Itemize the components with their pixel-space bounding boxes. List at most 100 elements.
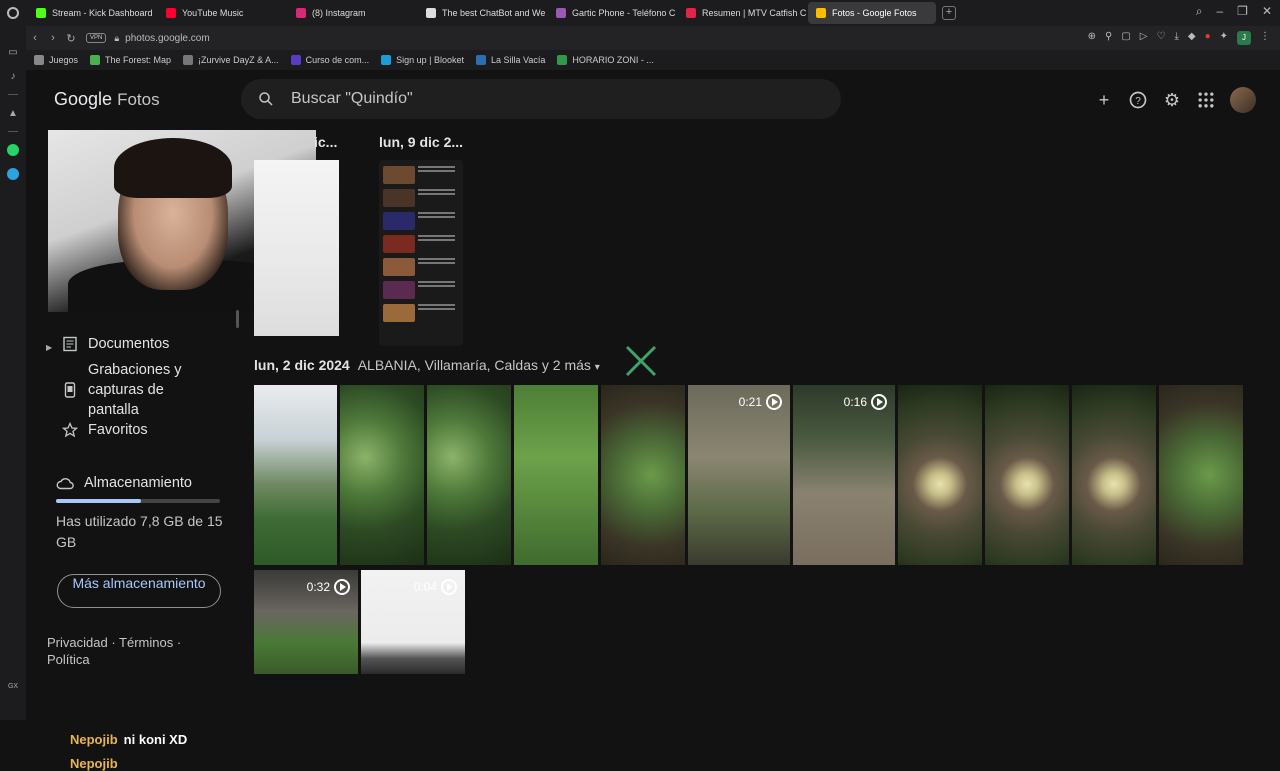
photo-thumbnail[interactable] [379, 160, 463, 346]
play-icon [766, 394, 782, 410]
vpn-badge[interactable]: VPN [86, 33, 107, 43]
bookmark-item[interactable]: Sign up | Blooket [381, 55, 464, 65]
heart-icon[interactable]: ♡ [1156, 31, 1165, 45]
pin-icon[interactable]: ⚲ [1105, 31, 1112, 45]
photo-thumbnail[interactable] [340, 385, 424, 565]
minimize-button[interactable]: – [1216, 4, 1223, 19]
settings-icon[interactable]: ⚙ [1162, 90, 1182, 110]
record-icon[interactable]: ● [1205, 31, 1211, 45]
photo-thumbnail[interactable] [514, 385, 598, 565]
video-thumbnail[interactable]: 0:16 [793, 385, 895, 565]
back-button[interactable]: ‹ [26, 32, 44, 44]
search-icon[interactable] [257, 90, 275, 108]
google-photos-page: Google Fotos Buscar "Quindío" + ? ⚙ ▶ Do [26, 70, 1280, 771]
browser-tab[interactable]: Resumen | MTV Catfish C [678, 2, 806, 24]
bookmark-item[interactable]: Juegos [34, 55, 78, 65]
new-tab-button[interactable]: + [942, 6, 956, 20]
sidebar-item-documentos[interactable]: ▶ Documentos [46, 334, 241, 358]
photo-thumbnail[interactable] [601, 385, 685, 565]
bookmark-item[interactable]: ¡Zurvive DayZ & A... [183, 55, 279, 65]
url-field[interactable]: photos.google.com [125, 33, 210, 44]
puzzle-icon[interactable]: ✦ [1220, 31, 1228, 45]
bookmark-label: La Silla Vacía [491, 55, 546, 65]
apps-grid-icon[interactable] [1196, 90, 1216, 110]
photo-timeline: ic... lun, 9 dic 2... lun, 2 dic 2024 ALB… [254, 128, 1264, 720]
whatsapp-icon[interactable] [7, 144, 19, 156]
privacy-link[interactable]: Privacidad [47, 635, 108, 650]
sidebar-item-favoritos[interactable]: Favoritos [46, 420, 241, 440]
chat-message: ni koni XD [123, 732, 188, 747]
zoom-icon[interactable]: ⊕ [1088, 31, 1096, 45]
reload-button[interactable]: ↻ [62, 32, 80, 45]
aria-icon[interactable]: ▲ [7, 107, 19, 119]
bookmark-item[interactable]: Curso de com... [290, 55, 370, 65]
lock-icon[interactable]: 🔒︎ [114, 33, 119, 44]
extension-icon[interactable]: ◆ [1188, 31, 1196, 45]
photo-thumbnail[interactable] [254, 160, 339, 336]
restore-button[interactable]: ❐ [1237, 4, 1248, 19]
profile-avatar[interactable]: J [1237, 31, 1251, 45]
browser-tab[interactable]: Fotos - Google Fotos [808, 2, 936, 24]
bookmark-item[interactable]: La Silla Vacía [476, 55, 545, 65]
tab-favicon-icon [556, 8, 566, 18]
bookmark-label: Juegos [49, 55, 79, 65]
search-tabs-icon[interactable]: ⌕ [1196, 4, 1203, 19]
send-icon[interactable]: ▷ [1140, 31, 1148, 45]
rail-divider [8, 94, 18, 95]
video-thumbnail[interactable]: 0:21 [688, 385, 790, 565]
terms-link[interactable]: Términos [119, 635, 173, 650]
tab-favicon-icon [686, 8, 696, 18]
bookmark-item[interactable]: The Forest: Map [90, 55, 171, 65]
browser-tab[interactable]: Gartic Phone - Teléfono C [548, 2, 676, 24]
photos-sidebar: ▶ Documentos Grabaciones y capturas de p… [26, 128, 316, 771]
download-icon[interactable]: ⤓ [1174, 31, 1178, 45]
photo-thumbnail[interactable] [254, 385, 337, 565]
play-icon [871, 394, 887, 410]
opera-logo-icon[interactable] [0, 0, 26, 26]
address-bar-actions: ⊕ ⚲ ▢ ▷ ♡ ⤓ ◆ ● ✦ J ⋮ [1088, 31, 1270, 45]
sidebar-item-grabaciones[interactable]: Grabaciones y capturas de pantalla [46, 360, 241, 420]
location-dropdown-icon[interactable]: ▾ [595, 362, 600, 373]
section-location[interactable]: ALBANIA, Villamaría, Caldas y 2 más [358, 357, 591, 373]
bookmark-favicon-icon [90, 55, 101, 65]
browser-tab[interactable]: YouTube Music [158, 2, 286, 24]
photo-thumbnail[interactable] [1159, 385, 1243, 565]
policy-link[interactable]: Política [47, 652, 90, 667]
photo-thumbnail[interactable] [1072, 385, 1156, 565]
video-thumbnail[interactable]: 0:32 [254, 570, 358, 674]
telegram-icon[interactable] [7, 168, 19, 180]
photo-thumbnail[interactable] [898, 385, 982, 565]
photo-thumbnail[interactable] [427, 385, 511, 565]
snapshot-icon[interactable]: ▢ [1121, 31, 1130, 45]
google-photos-logo[interactable]: Google Fotos [54, 89, 160, 110]
close-window-button[interactable]: ✕ [1262, 4, 1272, 19]
music-icon[interactable]: ♪ [7, 70, 19, 82]
photo-thumbnail[interactable] [985, 385, 1069, 565]
close-x-icon[interactable] [624, 344, 658, 378]
menu-icon[interactable]: ⋮ [1260, 31, 1270, 45]
browser-tab[interactable]: Stream - Kick Dashboard [28, 2, 156, 24]
video-duration-badge: 0:32 [307, 579, 350, 595]
forward-button[interactable]: › [44, 32, 62, 44]
tab-label: Gartic Phone - Teléfono C [572, 8, 676, 18]
tab-label: The best ChatBot and We [442, 8, 546, 18]
bookmark-label: Curso de com... [305, 55, 370, 65]
tab-label: Resumen | MTV Catfish C [702, 8, 806, 18]
video-duration: 0:16 [843, 395, 867, 409]
browser-tab[interactable]: The best ChatBot and We [418, 2, 546, 24]
search-input[interactable]: Buscar "Quindío" [291, 90, 413, 108]
storage-title-row[interactable]: Almacenamiento [56, 473, 226, 493]
add-icon[interactable]: + [1094, 90, 1114, 110]
bookmark-item[interactable]: HORARIO ZONI - ... [557, 55, 654, 65]
sidebar-scrollbar[interactable] [236, 310, 239, 328]
account-avatar[interactable] [1230, 87, 1256, 113]
help-icon[interactable]: ? [1128, 90, 1148, 110]
video-thumbnail[interactable]: 0:04 [361, 570, 465, 674]
browser-tab[interactable]: (8) Instagram [288, 2, 416, 24]
gx-label[interactable]: GX [0, 683, 26, 690]
more-storage-button[interactable]: Más almacenamiento [57, 574, 221, 608]
rail-divider [8, 131, 18, 132]
expand-caret-icon[interactable]: ▶ [46, 338, 52, 358]
messenger-icon[interactable]: ▭ [7, 46, 19, 58]
search-bar[interactable]: Buscar "Quindío" [241, 79, 841, 119]
